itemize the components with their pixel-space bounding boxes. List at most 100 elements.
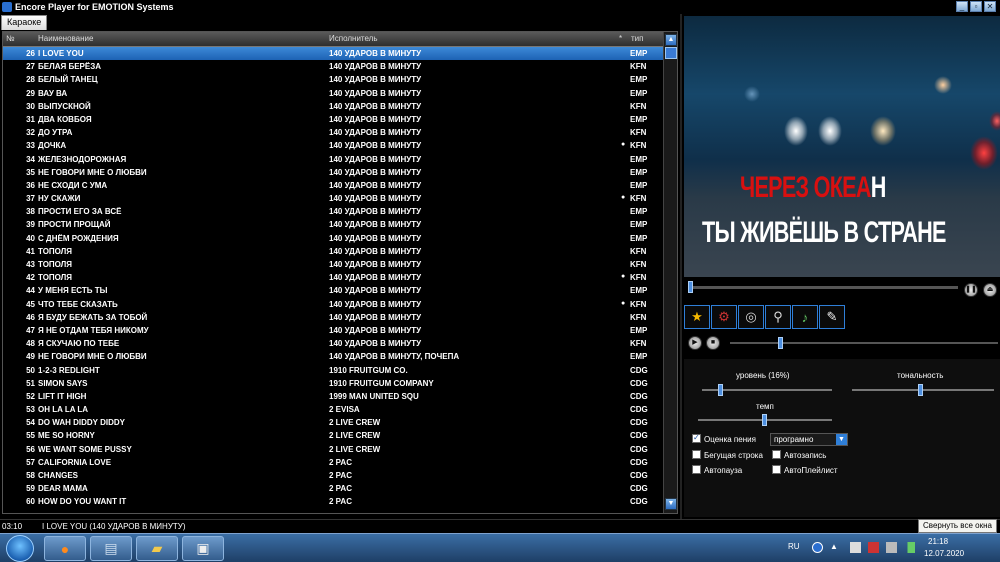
table-row[interactable]: 57 CALIFORNIA LOVE 2 PAC CDG — [3, 456, 663, 469]
row-title: НЕ ГОВОРИ МНЕ О ЛЮБВИ — [38, 352, 147, 362]
table-row[interactable]: 52 LIFT IT HIGH 1999 MAN UNITED SQU CDG — [3, 390, 663, 403]
scroll-down-button[interactable]: ▼ — [665, 498, 677, 510]
score-checkbox[interactable] — [692, 433, 701, 443]
tempo-thumb[interactable] — [762, 414, 767, 426]
tempo-slider[interactable] — [698, 414, 832, 426]
table-row[interactable]: 35 НЕ ГОВОРИ МНЕ О ЛЮБВИ 140 УДАРОВ В МИНУ… — [3, 166, 663, 179]
running-line-checkbox[interactable] — [692, 450, 701, 459]
tray-app-icon[interactable] — [850, 542, 861, 553]
table-row[interactable]: 40 С ДНЁМ РОЖДЕНИЯ 140 УДАРОВ В МИНУТУ EMP — [3, 232, 663, 245]
autoplaylist-checkbox[interactable] — [772, 465, 781, 474]
table-row[interactable]: 37 НУ СКАЖИ 140 УДАРОВ В МИНУТУ ● KFN — [3, 192, 663, 205]
pause-button[interactable]: ❚❚ — [964, 283, 978, 297]
disc-search-icon[interactable]: ◎ — [738, 305, 764, 329]
notepad-icon[interactable]: ✎ — [819, 305, 845, 329]
table-row[interactable]: 34 ЖЕЛЕЗНОДОРОЖНАЯ 140 УДАРОВ В МИНУТУ EMP — [3, 153, 663, 166]
maximize-button[interactable]: ▫ — [970, 1, 982, 12]
scroll-up-button[interactable]: ▲ — [665, 34, 677, 46]
table-row[interactable]: 31 ДВА КОВБОЯ 140 УДАРОВ В МИНУТУ EMP — [3, 113, 663, 126]
folder-icon[interactable]: ▰ — [136, 536, 178, 561]
notes-icon[interactable]: ▤ — [90, 536, 132, 561]
clock-time[interactable]: 21:18 — [928, 537, 948, 546]
player-app-icon[interactable]: ▣ — [182, 536, 224, 561]
table-row[interactable]: 48 Я СКУЧАЮ ПО ТЕБЕ 140 УДАРОВ В МИНУТУ KFN — [3, 337, 663, 350]
table-row[interactable]: 26 I LOVE YOU 140 УДАРОВ В МИНУТУ EMP — [3, 47, 663, 61]
autopause-checkbox[interactable] — [692, 465, 701, 474]
header-type[interactable]: тип — [631, 34, 643, 43]
seek-bar[interactable] — [688, 281, 958, 293]
table-row[interactable]: 29 ВАУ ВА 140 УДАРОВ В МИНУТУ EMP — [3, 87, 663, 100]
list-scrollbar[interactable]: ▲ ▼ — [663, 32, 677, 513]
row-title: CALIFORNIA LOVE — [38, 457, 112, 467]
magnifier-icon[interactable]: ⚲ — [765, 305, 791, 329]
table-row[interactable]: 32 ДО УТРА 140 УДАРОВ В МИНУТУ KFN — [3, 126, 663, 139]
tone-slider[interactable] — [852, 384, 994, 396]
row-artist: 2 LIVE CREW — [329, 418, 381, 428]
table-row[interactable]: 46 Я БУДУ БЕЖАТЬ ЗА ТОБОЙ 140 УДАРОВ В МИН… — [3, 311, 663, 324]
eject-button[interactable]: ⏏ — [983, 283, 997, 297]
gear-icon[interactable]: ⚙ — [711, 305, 737, 329]
seek-thumb[interactable] — [688, 281, 693, 293]
tone-thumb[interactable] — [918, 384, 923, 396]
table-row[interactable]: 50 1-2-3 REDLIGHT 1910 FRUITGUM CO. CDG — [3, 364, 663, 377]
start-button[interactable] — [6, 535, 34, 562]
table-row[interactable]: 41 ТОПОЛЯ 140 УДАРОВ В МИНУТУ KFN — [3, 245, 663, 258]
flag-icon[interactable] — [886, 542, 897, 553]
autorecord-checkbox[interactable] — [772, 450, 781, 459]
network-icon[interactable] — [904, 542, 915, 553]
table-row[interactable]: 27 БЕЛАЯ БЕРЁЗА 140 УДАРОВ В МИНУТУ KFN — [3, 60, 663, 73]
chevron-down-icon[interactable]: ▼ — [836, 434, 847, 445]
table-row[interactable]: 53 OH LA LA LA 2 EVISA CDG — [3, 403, 663, 416]
table-row[interactable]: 54 DO WAH DIDDY DIDDY 2 LIVE CREW CDG — [3, 416, 663, 429]
table-row[interactable]: 45 ЧТО ТЕБЕ СКАЗАТЬ 140 УДАРОВ В МИНУТУ ● KF… — [3, 298, 663, 311]
firefox-icon[interactable]: ● — [44, 536, 86, 561]
level-slider[interactable] — [702, 384, 832, 396]
stop-button[interactable]: ■ — [706, 336, 720, 350]
score-select[interactable]: програмно ▼ — [770, 433, 848, 446]
table-row[interactable]: 38 ПРОСТИ ЕГО ЗА ВСЁ 140 УДАРОВ В МИНУТУ EM… — [3, 205, 663, 218]
row-type: CDG — [630, 365, 648, 375]
table-row[interactable]: 36 НЕ СХОДИ С УМА 140 УДАРОВ В МИНУТУ EMP — [3, 179, 663, 192]
table-row[interactable]: 51 SIMON SAYS 1910 FRUITGUM COMPANY CDG — [3, 377, 663, 390]
help-icon[interactable] — [812, 542, 823, 553]
table-row[interactable]: 42 ТОПОЛЯ 140 УДАРОВ В МИНУТУ ● KFN — [3, 271, 663, 284]
row-number: 30 — [26, 101, 35, 111]
table-row[interactable]: 59 DEAR MAMA 2 PAC CDG — [3, 482, 663, 495]
table-row[interactable]: 55 ME SO HORNY 2 LIVE CREW CDG — [3, 429, 663, 442]
close-button[interactable]: ✕ — [984, 1, 996, 12]
level-label: уровень (16%) — [736, 371, 790, 380]
volume-thumb[interactable] — [778, 337, 783, 349]
table-row[interactable]: 44 У МЕНЯ ЕСТЬ ТЫ 140 УДАРОВ В МИНУТУ EMP — [3, 284, 663, 297]
lyric-line-1: ЧЕРЕЗ ОКЕАН — [740, 171, 886, 205]
header-name[interactable]: Наименование — [38, 34, 93, 43]
minimize-button[interactable]: _ — [956, 1, 968, 12]
table-row[interactable]: 49 НЕ ГОВОРИ МНЕ О ЛЮБВИ 140 УДАРОВ В МИНУ… — [3, 350, 663, 363]
table-row[interactable]: 28 БЕЛЫЙ ТАНЕЦ 140 УДАРОВ В МИНУТУ EMP — [3, 73, 663, 86]
chevron-up-icon[interactable]: ▲ — [830, 542, 841, 553]
table-row[interactable]: 60 HOW DO YOU WANT IT 2 PAC CDG — [3, 495, 663, 508]
volume-slider[interactable] — [730, 337, 998, 349]
equalizer-icon[interactable]: ♪ — [792, 305, 818, 329]
header-artist[interactable]: Исполнитель — [329, 34, 378, 43]
row-title: WE WANT SOME PUSSY — [38, 444, 132, 454]
tray-app-icon[interactable] — [868, 542, 879, 553]
row-title: Я СКУЧАЮ ПО ТЕБЕ — [38, 339, 120, 349]
header-star[interactable]: * — [619, 34, 622, 43]
tab-karaoke[interactable]: Караоке — [1, 15, 48, 30]
car-light — [784, 116, 808, 146]
clock-date[interactable]: 12.07.2020 — [924, 549, 964, 558]
next-button[interactable]: ▶ — [688, 336, 702, 350]
language-indicator[interactable]: RU — [788, 542, 800, 551]
row-type: EMP — [630, 233, 648, 243]
table-row[interactable]: 30 ВЫПУСКНОЙ 140 УДАРОВ В МИНУТУ KFN — [3, 100, 663, 113]
table-row[interactable]: 47 Я НЕ ОТДАМ ТЕБЯ НИКОМУ 140 УДАРОВ В МИН… — [3, 324, 663, 337]
table-row[interactable]: 39 ПРОСТИ ПРОЩАЙ 140 УДАРОВ В МИНУТУ EMP — [3, 218, 663, 231]
table-row[interactable]: 56 WE WANT SOME PUSSY 2 LIVE CREW CDG — [3, 443, 663, 456]
level-thumb[interactable] — [718, 384, 723, 396]
header-num[interactable]: № — [6, 34, 15, 43]
table-row[interactable]: 43 ТОПОЛЯ 140 УДАРОВ В МИНУТУ KFN — [3, 258, 663, 271]
table-row[interactable]: 33 ДОЧКА 140 УДАРОВ В МИНУТУ ● KFN — [3, 139, 663, 152]
star-icon[interactable]: ★ — [684, 305, 710, 329]
scroll-thumb[interactable] — [665, 47, 677, 59]
table-row[interactable]: 58 CHANGES 2 PAC CDG — [3, 469, 663, 482]
